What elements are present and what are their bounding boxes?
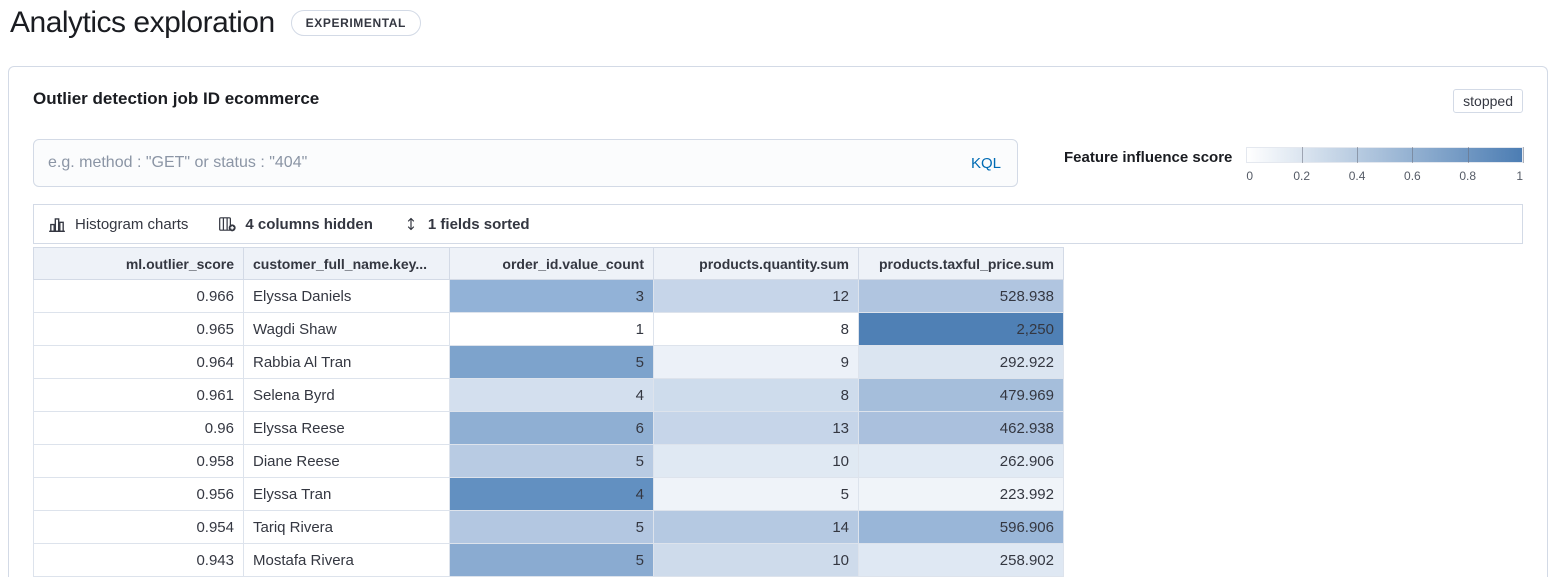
grid-cell[interactable]: 13 bbox=[654, 412, 859, 445]
grid-cell[interactable]: Selena Byrd bbox=[244, 379, 450, 412]
legend-tick-label: 0.2 bbox=[1293, 169, 1310, 183]
grid-cell[interactable]: Tariq Rivera bbox=[244, 511, 450, 544]
legend-tick bbox=[1302, 147, 1303, 163]
legend-scale: 0 0.2 0.4 0.6 0.8 1 bbox=[1246, 147, 1523, 189]
legend-tick-label: 0 bbox=[1246, 169, 1253, 183]
table-row: 0.958Diane Reese510262.906 bbox=[34, 445, 1064, 478]
feature-influence-legend: Feature influence score 0 0.2 0.4 0.6 0.8 1 bbox=[1018, 139, 1523, 189]
grid-cell[interactable]: 1 bbox=[450, 313, 654, 346]
grid-cell[interactable]: 462.938 bbox=[859, 412, 1064, 445]
grid-cell[interactable]: 5 bbox=[450, 445, 654, 478]
grid-cell[interactable]: Elyssa Tran bbox=[244, 478, 450, 511]
histogram-charts-label: Histogram charts bbox=[75, 216, 188, 233]
legend-tick-label: 0.4 bbox=[1349, 169, 1366, 183]
column-header[interactable]: products.quantity.sum bbox=[654, 248, 859, 280]
grid-cell[interactable]: Mostafa Rivera bbox=[244, 544, 450, 577]
grid-cell[interactable]: 14 bbox=[654, 511, 859, 544]
grid-cell[interactable]: 0.964 bbox=[34, 346, 244, 379]
results-grid: ml.outlier_scorecustomer_full_name.key..… bbox=[33, 247, 1064, 577]
grid-cell[interactable]: 0.958 bbox=[34, 445, 244, 478]
grid-cell[interactable]: 0.943 bbox=[34, 544, 244, 577]
grid-cell[interactable]: 5 bbox=[654, 478, 859, 511]
columns-icon bbox=[218, 215, 236, 233]
legend-tick-label: 1 bbox=[1516, 169, 1523, 183]
bar-chart-icon bbox=[48, 215, 66, 233]
grid-cell[interactable]: 5 bbox=[450, 346, 654, 379]
grid-cell[interactable]: 223.992 bbox=[859, 478, 1064, 511]
grid-cell[interactable]: 262.906 bbox=[859, 445, 1064, 478]
fields-sorted-button[interactable]: 1 fields sorted bbox=[403, 216, 530, 233]
table-row: 0.961Selena Byrd48479.969 bbox=[34, 379, 1064, 412]
feature-influence-label: Feature influence score bbox=[1064, 147, 1232, 166]
sort-icon bbox=[403, 216, 419, 232]
page-title: Analytics exploration bbox=[10, 6, 275, 40]
histogram-charts-button[interactable]: Histogram charts bbox=[48, 215, 188, 233]
fields-sorted-label: 1 fields sorted bbox=[428, 216, 530, 233]
grid-cell[interactable]: 258.902 bbox=[859, 544, 1064, 577]
grid-cell[interactable]: 528.938 bbox=[859, 280, 1064, 313]
grid-cell[interactable]: 479.969 bbox=[859, 379, 1064, 412]
grid-cell[interactable]: 10 bbox=[654, 544, 859, 577]
grid-cell[interactable]: Elyssa Reese bbox=[244, 412, 450, 445]
grid-cell[interactable]: 4 bbox=[450, 478, 654, 511]
legend-gradient bbox=[1246, 147, 1523, 163]
job-title: Outlier detection job ID ecommerce bbox=[33, 89, 319, 109]
outlier-results-panel: Outlier detection job ID ecommerce stopp… bbox=[8, 66, 1548, 577]
grid-cell[interactable]: 292.922 bbox=[859, 346, 1064, 379]
grid-cell[interactable]: 9 bbox=[654, 346, 859, 379]
grid-cell[interactable]: 3 bbox=[450, 280, 654, 313]
grid-cell[interactable]: 0.954 bbox=[34, 511, 244, 544]
grid-cell[interactable]: 2,250 bbox=[859, 313, 1064, 346]
legend-tick-label: 0.8 bbox=[1459, 169, 1476, 183]
grid-cell[interactable]: 5 bbox=[450, 511, 654, 544]
grid-cell[interactable]: 10 bbox=[654, 445, 859, 478]
panel-header: Outlier detection job ID ecommerce stopp… bbox=[33, 89, 1523, 113]
legend-tick bbox=[1412, 147, 1413, 163]
grid-cell[interactable]: 8 bbox=[654, 313, 859, 346]
grid-cell[interactable]: Elyssa Daniels bbox=[244, 280, 450, 313]
grid-cell[interactable]: Rabbia Al Tran bbox=[244, 346, 450, 379]
grid-cell[interactable]: 8 bbox=[654, 379, 859, 412]
grid-cell[interactable]: Diane Reese bbox=[244, 445, 450, 478]
grid-body: 0.966Elyssa Daniels312528.9380.965Wagdi … bbox=[34, 280, 1064, 577]
grid-cell[interactable]: 0.966 bbox=[34, 280, 244, 313]
kql-button[interactable]: KQL bbox=[969, 155, 1003, 172]
table-row: 0.954Tariq Rivera514596.906 bbox=[34, 511, 1064, 544]
grid-cell[interactable]: 0.96 bbox=[34, 412, 244, 445]
table-row: 0.943Mostafa Rivera510258.902 bbox=[34, 544, 1064, 577]
query-input[interactable] bbox=[48, 154, 969, 172]
grid-cell[interactable]: 0.956 bbox=[34, 478, 244, 511]
grid-cell[interactable]: 4 bbox=[450, 379, 654, 412]
columns-hidden-button[interactable]: 4 columns hidden bbox=[218, 215, 373, 233]
legend-tick-label: 0.6 bbox=[1404, 169, 1421, 183]
grid-cell[interactable]: 596.906 bbox=[859, 511, 1064, 544]
grid-cell[interactable]: 12 bbox=[654, 280, 859, 313]
table-row: 0.96Elyssa Reese613462.938 bbox=[34, 412, 1064, 445]
column-header[interactable]: ml.outlier_score bbox=[34, 248, 244, 280]
experimental-badge: EXPERIMENTAL bbox=[291, 10, 421, 36]
legend-tick bbox=[1357, 147, 1358, 163]
grid-toolbar: Histogram charts 4 columns hidden 1 fi bbox=[33, 204, 1523, 244]
table-row: 0.966Elyssa Daniels312528.938 bbox=[34, 280, 1064, 313]
grid-cell[interactable]: 6 bbox=[450, 412, 654, 445]
column-header[interactable]: order_id.value_count bbox=[450, 248, 654, 280]
grid-cell[interactable]: 0.965 bbox=[34, 313, 244, 346]
query-row: KQL Feature influence score 0 0.2 0.4 0.6 0.… bbox=[33, 139, 1523, 189]
table-row: 0.965Wagdi Shaw182,250 bbox=[34, 313, 1064, 346]
legend-tick bbox=[1468, 147, 1469, 163]
job-status-badge: stopped bbox=[1453, 89, 1523, 113]
table-row: 0.956Elyssa Tran45223.992 bbox=[34, 478, 1064, 511]
columns-hidden-label: 4 columns hidden bbox=[245, 216, 373, 233]
legend-tick bbox=[1523, 147, 1524, 163]
grid-cell[interactable]: 5 bbox=[450, 544, 654, 577]
table-row: 0.964Rabbia Al Tran59292.922 bbox=[34, 346, 1064, 379]
grid-header-row: ml.outlier_scorecustomer_full_name.key..… bbox=[34, 248, 1064, 280]
column-header[interactable]: customer_full_name.key... bbox=[244, 248, 450, 280]
grid-cell[interactable]: Wagdi Shaw bbox=[244, 313, 450, 346]
column-header[interactable]: products.taxful_price.sum bbox=[859, 248, 1064, 280]
grid-cell[interactable]: 0.961 bbox=[34, 379, 244, 412]
page-header: Analytics exploration EXPERIMENTAL bbox=[0, 0, 1558, 40]
query-bar: KQL bbox=[33, 139, 1018, 187]
